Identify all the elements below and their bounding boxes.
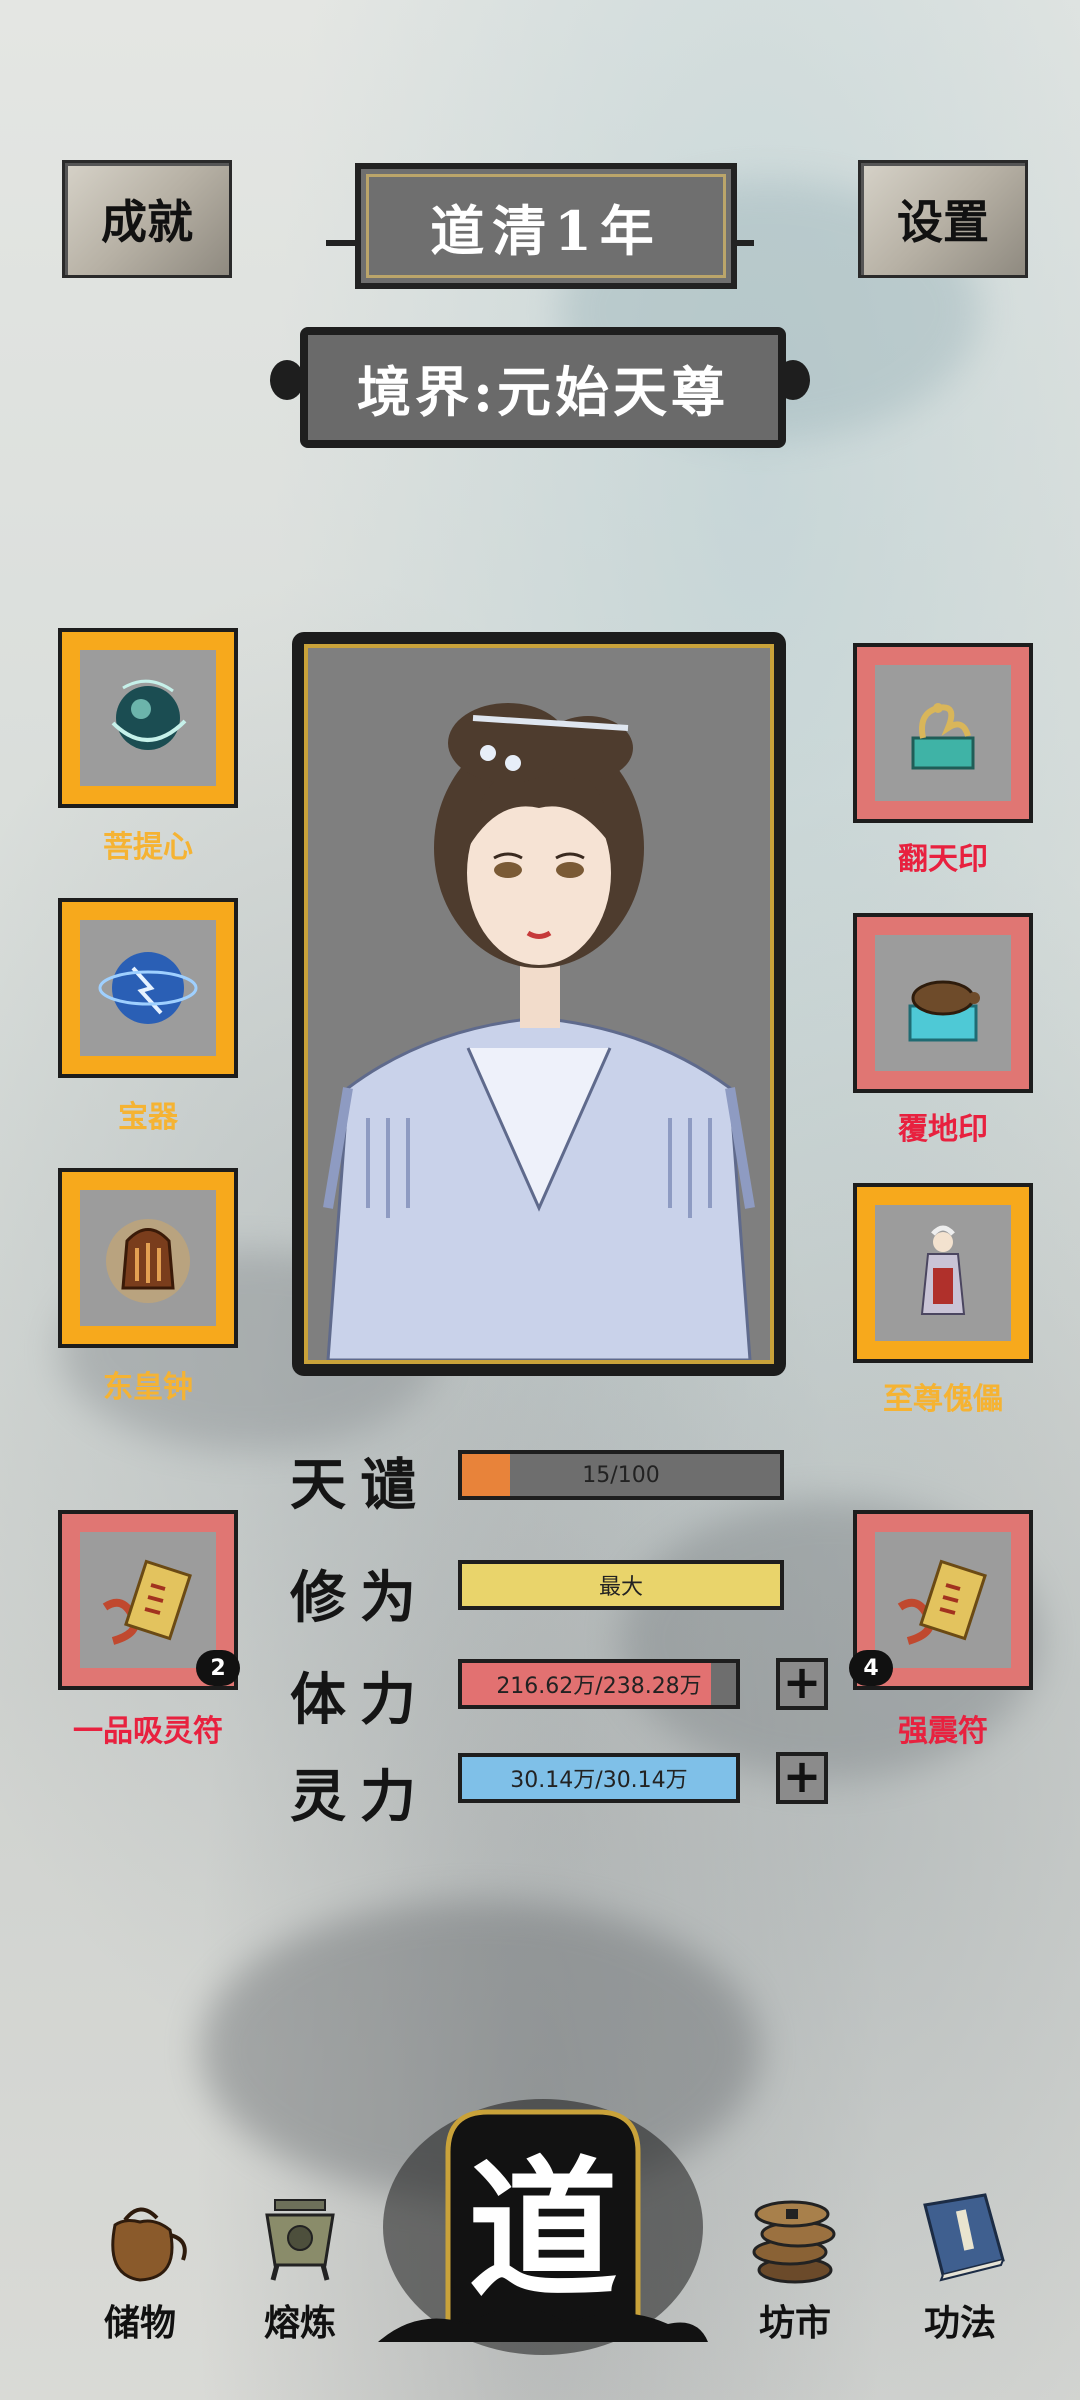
year-label: 道清1年 — [430, 198, 662, 263]
nav-smelt-label: 熔炼 — [263, 2302, 336, 2344]
slot-label-donghuang-bell: 东皇钟 — [103, 1370, 193, 1405]
achievements-label: 成就 — [101, 195, 193, 249]
tili-bar: 216.62万/238.28万 — [458, 1659, 740, 1709]
character-portrait-frame[interactable] — [292, 632, 786, 1376]
settings-label: 设置 — [897, 195, 989, 249]
bell-icon — [106, 1219, 190, 1303]
character-avatar — [323, 703, 755, 1360]
settings-button[interactable]: 设置 — [858, 160, 1028, 278]
slot-donghuang-bell[interactable] — [58, 1168, 238, 1348]
dao-emblem: 道 — [378, 2099, 708, 2355]
stat-label-lingli: 灵力 — [290, 1764, 430, 1830]
slot-label-fantian-seal: 翻天印 — [898, 842, 988, 877]
lightning-orb-icon — [98, 952, 198, 1024]
lingli-bar: 30.14万/30.14万 — [458, 1753, 740, 1803]
realm-label: 境界:元始天尊 — [357, 360, 729, 424]
dao-button[interactable]: 道 — [378, 2092, 708, 2362]
tili-add-button[interactable]: + — [776, 1658, 828, 1710]
talisman-icon — [102, 1559, 192, 1645]
slot-label-bodhi-heart: 菩提心 — [103, 830, 193, 865]
slot-fudi-seal[interactable] — [853, 913, 1033, 1093]
nav-skills[interactable]: 功法 — [895, 2180, 1025, 2346]
realm-banner: 境界:元始天尊 — [300, 327, 786, 448]
nav-skills-label: 功法 — [923, 2302, 996, 2344]
stat-label-tianqian: 天谴 — [290, 1452, 430, 1518]
item-count-badge: 2 — [196, 1650, 240, 1686]
slot-spirit-talisman[interactable]: 2 — [58, 1510, 240, 1690]
dao-label: 道 — [468, 2142, 618, 2318]
slot-label-supreme-puppet: 至尊傀儡 — [883, 1382, 1003, 1417]
jade-orb-icon — [111, 679, 187, 750]
slot-label-spirit-talisman: 一品吸灵符 — [73, 1714, 223, 1749]
slot-fantian-seal[interactable] — [853, 643, 1033, 823]
nav-storage-label: 储物 — [103, 2302, 176, 2344]
stat-label-xiuwei: 修为 — [290, 1565, 430, 1631]
nav-smelt[interactable]: 熔炼 — [235, 2180, 365, 2346]
nav-market[interactable]: 坊市 — [730, 2180, 860, 2346]
lingli-value: 30.14万/30.14万 — [510, 1768, 688, 1793]
slot-label-fudi-seal: 覆地印 — [898, 1112, 988, 1147]
slot-supreme-puppet[interactable] — [853, 1183, 1033, 1363]
realm-banner-cap-left — [270, 360, 304, 400]
puppet-icon — [920, 1225, 966, 1315]
slot-quake-talisman[interactable]: 4 — [849, 1510, 1033, 1690]
xiuwei-value: 最大 — [598, 1575, 643, 1600]
stat-label-tili: 体力 — [290, 1667, 430, 1733]
slot-treasure[interactable] — [58, 898, 238, 1078]
item-count-badge: 4 — [849, 1650, 893, 1686]
talisman-icon — [897, 1559, 987, 1645]
lingli-add-button[interactable]: + — [776, 1752, 828, 1804]
nav-storage[interactable]: 储物 — [75, 2180, 205, 2346]
pouch-icon — [111, 2207, 187, 2282]
slot-bodhi-heart[interactable] — [58, 628, 238, 808]
year-banner: 道清1年 — [355, 163, 737, 289]
slot-label-treasure: 宝器 — [118, 1100, 178, 1135]
coins-icon — [752, 2200, 836, 2284]
cauldron-icon — [265, 2199, 335, 2281]
tianqian-bar: 15/100 — [458, 1450, 784, 1500]
tianqian-value: 15/100 — [582, 1462, 660, 1488]
nav-market-label: 坊市 — [758, 2302, 831, 2344]
slot-label-quake-talisman: 强震符 — [898, 1714, 988, 1749]
book-icon — [923, 2193, 1005, 2282]
xiuwei-bar: 最大 — [458, 1560, 784, 1610]
character-portrait — [304, 644, 774, 1364]
achievements-button[interactable]: 成就 — [62, 160, 232, 278]
dragon-seal-icon — [911, 703, 975, 770]
tili-value: 216.62万/238.28万 — [496, 1674, 702, 1699]
turtle-seal-icon — [908, 980, 980, 1042]
